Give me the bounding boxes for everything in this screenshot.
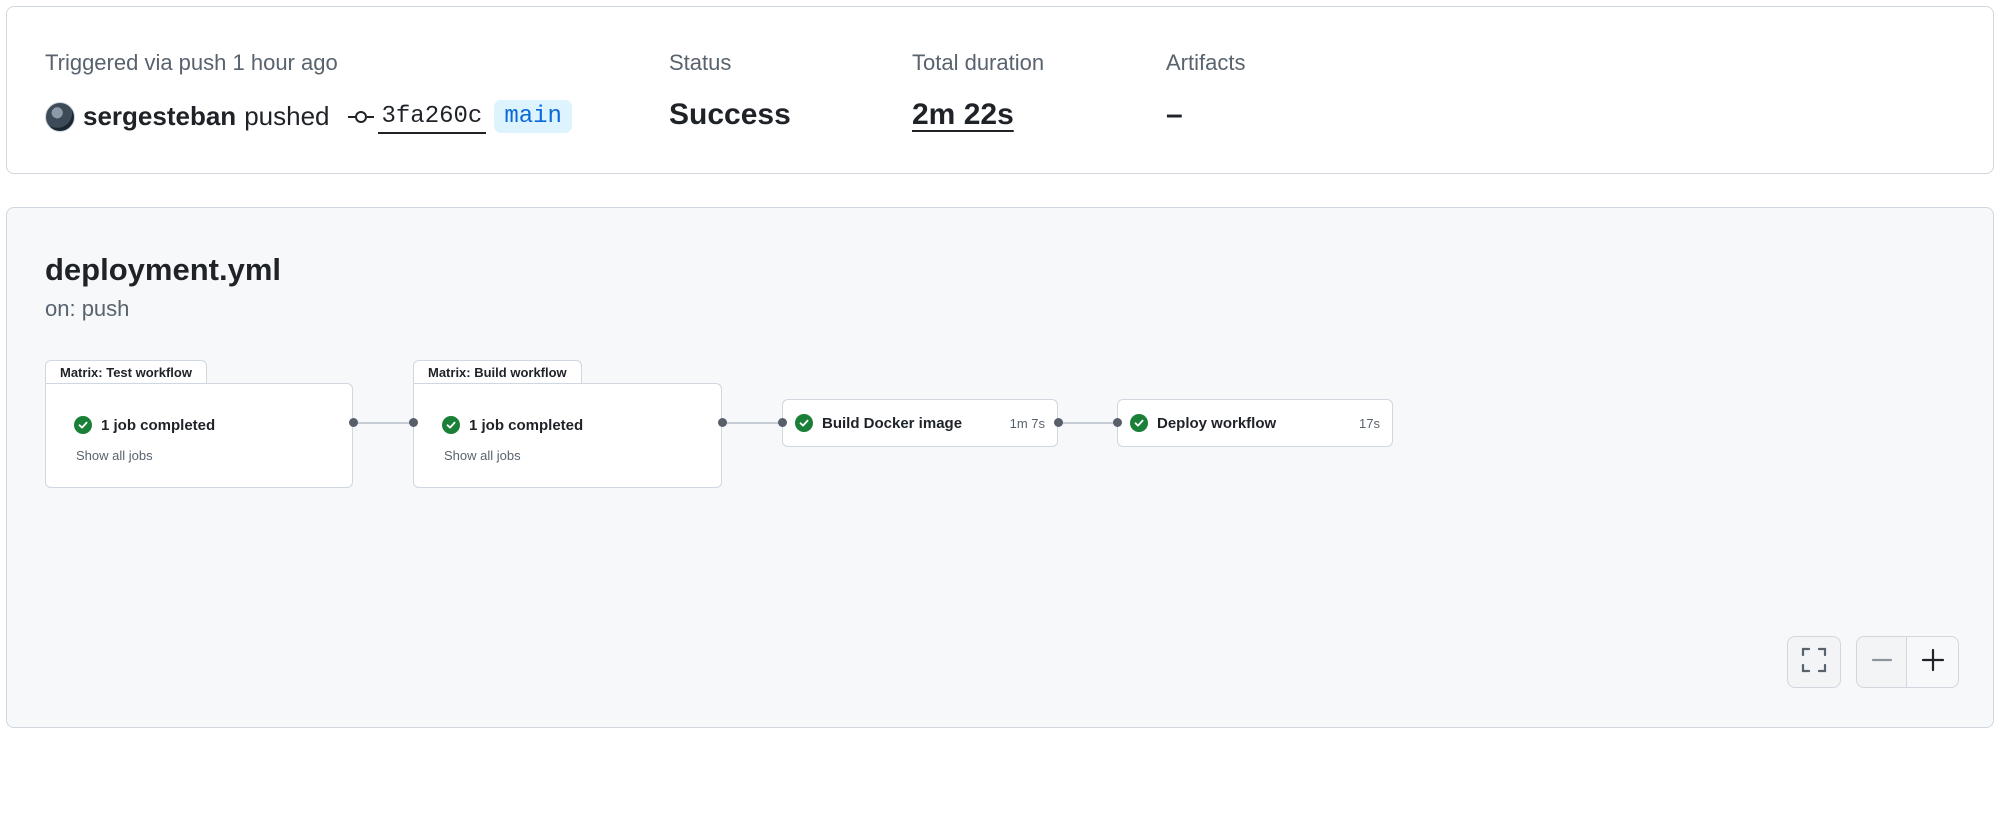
status-value: Success	[669, 98, 791, 131]
workflow-file-title: deployment.yml	[45, 252, 281, 287]
duration-link[interactable]: 2m 22s	[912, 97, 1014, 133]
job-name: Build Docker image	[822, 414, 963, 432]
actor-link[interactable]: sergesteban	[83, 101, 236, 132]
success-check-icon	[442, 416, 460, 434]
connector-dot	[1054, 418, 1063, 427]
duration-section: Total duration 2m 22s	[912, 49, 1045, 131]
job-deploy-line: Deploy workflow	[1130, 414, 1276, 432]
status-section: Status Success	[669, 49, 791, 131]
status-label: Status	[669, 50, 732, 75]
workflow-trigger: on: push	[45, 296, 130, 321]
action-text: pushed	[244, 101, 330, 131]
artifacts-value: –	[1166, 98, 1183, 131]
run-summary-card: Triggered via push 1 hour ago sergesteba…	[6, 6, 1994, 174]
job-build-docker-image[interactable]: Build Docker image 1m 7s	[782, 399, 1058, 447]
job-deploy-workflow[interactable]: Deploy workflow 17s	[1117, 399, 1393, 447]
success-check-icon	[74, 416, 92, 434]
zoom-out-button[interactable]	[1856, 636, 1908, 688]
workflow-graph-panel: deployment.yml on: push Matrix: Test wor…	[6, 207, 1994, 728]
duration-label: Total duration	[912, 50, 1045, 75]
matrix-build-status: 1 job completed	[442, 416, 583, 434]
artifacts-label: Artifacts	[1166, 50, 1246, 75]
minus-icon	[1870, 648, 1894, 677]
matrix-test-title: Matrix: Test workflow	[45, 360, 207, 384]
show-all-jobs-link[interactable]: Show all jobs	[444, 448, 521, 463]
avatar[interactable]	[45, 101, 75, 132]
trigger-detail: sergesteban pushed 3fa260c main	[45, 99, 572, 134]
connector-line	[353, 422, 413, 424]
connector-line	[1058, 422, 1117, 424]
job-name: Deploy workflow	[1157, 414, 1277, 432]
connector-line	[722, 422, 782, 424]
matrix-test-status-text: 1 job completed	[101, 416, 216, 434]
zoom-in-button[interactable]	[1906, 636, 1959, 688]
commit-sha-link[interactable]: 3fa260c	[377, 103, 487, 134]
show-all-jobs-link[interactable]: Show all jobs	[76, 448, 153, 463]
trigger-section: Triggered via push 1 hour ago sergesteba…	[45, 49, 572, 134]
plus-icon	[1920, 647, 1946, 678]
matrix-build-status-text: 1 job completed	[469, 416, 584, 434]
fullscreen-icon	[1800, 646, 1828, 679]
artifacts-section: Artifacts –	[1166, 49, 1246, 131]
connector-dot	[349, 418, 358, 427]
job-duration: 17s	[1359, 416, 1380, 431]
branch-badge[interactable]: main	[494, 100, 572, 133]
job-duration: 1m 7s	[1009, 416, 1045, 431]
success-check-icon	[1130, 414, 1148, 432]
job-build-docker-line: Build Docker image	[795, 414, 962, 432]
fullscreen-button[interactable]	[1787, 636, 1841, 688]
connector-dot	[1113, 418, 1122, 427]
connector-dot	[718, 418, 727, 427]
trigger-label: Triggered via push 1 hour ago	[45, 50, 338, 75]
matrix-build-title: Matrix: Build workflow	[413, 360, 582, 384]
success-check-icon	[795, 414, 813, 432]
matrix-test-status: 1 job completed	[74, 416, 215, 434]
matrix-build-group[interactable]: 1 job completed Show all jobs	[413, 383, 722, 488]
connector-dot	[778, 418, 787, 427]
matrix-test-group[interactable]: 1 job completed Show all jobs	[45, 383, 353, 488]
commit-icon	[347, 109, 374, 125]
connector-dot	[409, 418, 418, 427]
